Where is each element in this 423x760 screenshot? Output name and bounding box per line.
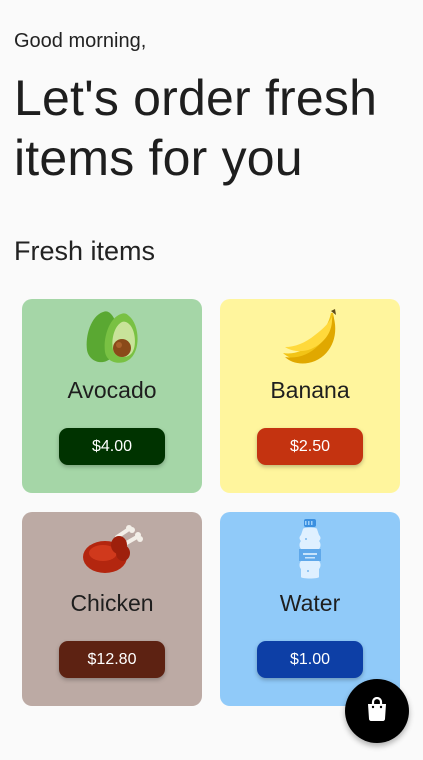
section-title: Fresh items	[14, 236, 156, 266]
page-headline: Let's order fresh items for you	[14, 70, 378, 186]
price-button-chicken[interactable]: $12.80	[59, 641, 165, 678]
water-bottle-icon	[278, 519, 342, 580]
greeting-text: Good morning,	[14, 30, 147, 52]
avocado-icon	[80, 307, 144, 367]
screen: Good morning, Let's order fresh items fo…	[0, 0, 423, 760]
chicken-icon	[80, 520, 144, 580]
item-card-chicken[interactable]: Chicken $12.80	[22, 512, 202, 706]
price-button-avocado[interactable]: $4.00	[59, 428, 165, 465]
banana-icon	[278, 307, 342, 367]
price-button-banana[interactable]: $2.50	[257, 428, 363, 465]
cart-button[interactable]	[345, 679, 409, 743]
item-name: Avocado	[67, 377, 157, 403]
item-card-water[interactable]: Water $1.00	[220, 512, 400, 706]
item-card-banana[interactable]: Banana $2.50	[220, 299, 400, 493]
item-name: Chicken	[70, 590, 154, 616]
item-name: Banana	[270, 377, 350, 403]
item-card-avocado[interactable]: Avocado $4.00	[22, 299, 202, 493]
shopping-bag-icon	[366, 696, 388, 726]
price-button-water[interactable]: $1.00	[257, 641, 363, 678]
item-name: Water	[279, 590, 341, 616]
